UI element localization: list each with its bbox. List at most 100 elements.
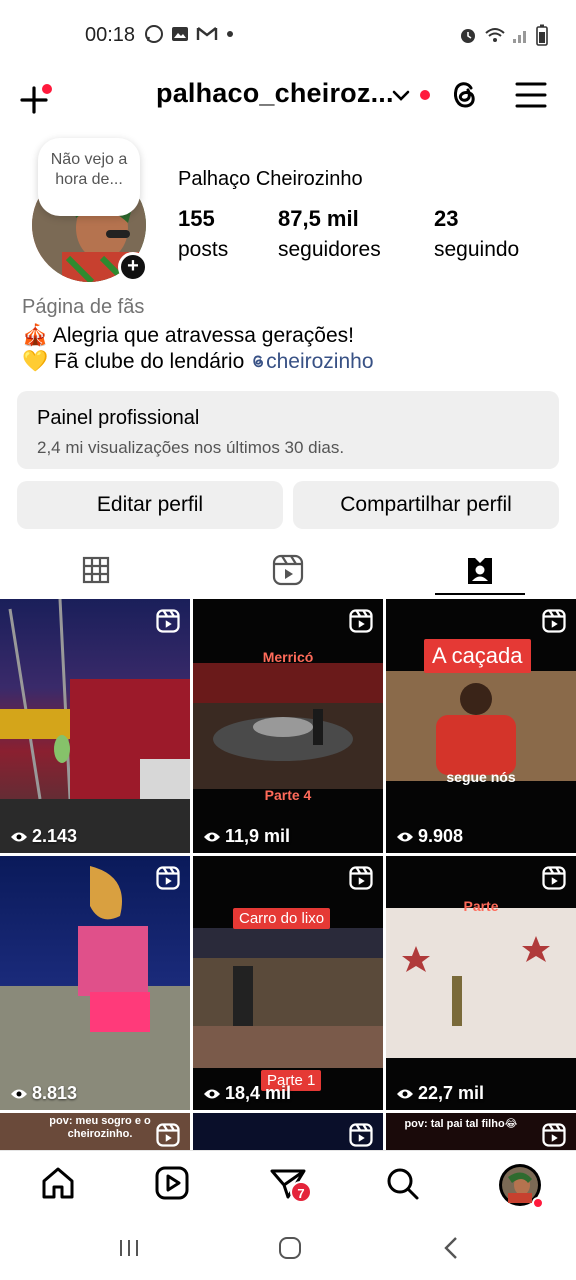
system-navigation <box>0 1218 576 1280</box>
eye-icon <box>397 1089 413 1098</box>
bio-mention-link[interactable]: cheirozinho <box>250 350 374 373</box>
post-thumbnail <box>193 663 383 789</box>
alarm-icon <box>461 29 475 43</box>
messages-badge: 7 <box>290 1181 312 1203</box>
reel-indicator-icon <box>349 866 373 890</box>
reels-icon <box>272 554 304 586</box>
profile-notification-dot <box>532 1197 544 1209</box>
account-notification-dot <box>420 90 430 100</box>
reel-indicator-icon <box>156 1123 180 1147</box>
view-count: 11,9 mil <box>203 826 290 847</box>
eye-icon <box>204 1089 220 1098</box>
gallery-icon <box>172 27 188 41</box>
tab-grid[interactable] <box>0 544 192 596</box>
stat-label: seguidores <box>278 238 381 261</box>
bio-text: 💛 Fã clube do lendário <box>22 350 251 373</box>
threads-button[interactable] <box>446 76 482 112</box>
recent-apps-icon[interactable] <box>118 1238 140 1258</box>
signal-icon <box>513 31 526 43</box>
post-caption-top: Merricó <box>262 649 314 665</box>
eye-icon <box>11 832 27 841</box>
bottom-navigation: 7 <box>0 1150 576 1218</box>
threads-icon <box>253 355 264 368</box>
post-thumbnail <box>0 599 190 853</box>
edit-profile-button[interactable]: Editar perfil <box>17 481 283 529</box>
stat-following[interactable]: 23 seguindo <box>434 206 519 262</box>
search-icon <box>387 1168 419 1200</box>
note-bubble[interactable]: Não vejo a hora de... <box>38 138 140 216</box>
profile-stats: 155 posts 87,5 mil seguidores 23 seguind… <box>178 206 519 262</box>
post-thumbnail <box>386 908 576 1058</box>
create-button[interactable] <box>18 78 54 114</box>
status-left-icons <box>144 24 236 44</box>
eye-icon <box>204 832 220 841</box>
status-bar: 00:18 <box>0 0 576 70</box>
view-count: 2.143 <box>10 826 77 847</box>
battery-icon <box>536 24 548 46</box>
view-count: 8.813 <box>10 1083 77 1104</box>
tab-tagged[interactable] <box>384 544 576 596</box>
tagged-icon <box>468 558 492 584</box>
profile-header: palhaco_cheiroz... <box>0 70 576 122</box>
nav-reels[interactable] <box>152 1163 192 1203</box>
tab-reels[interactable] <box>192 544 384 596</box>
bio-line-2: 💛 Fã clube do lendário cheirozinho <box>22 350 374 374</box>
stat-number: 23 <box>434 206 459 231</box>
wifi-icon <box>485 28 505 42</box>
post-caption-top: pov: tal pai tal filho😂 <box>404 1118 518 1130</box>
nav-home[interactable] <box>38 1163 78 1203</box>
username[interactable]: palhaco_cheiroz... <box>156 78 394 109</box>
add-story-button[interactable]: + <box>118 252 148 282</box>
eye-icon <box>397 832 413 841</box>
nav-search[interactable] <box>382 1163 422 1203</box>
home-button-icon[interactable] <box>278 1236 302 1260</box>
post-tile[interactable]: 2.143 <box>0 599 190 853</box>
back-icon[interactable] <box>442 1236 460 1260</box>
reel-indicator-icon <box>542 609 566 633</box>
post-thumbnail <box>386 671 576 781</box>
whatsapp-icon <box>145 25 163 43</box>
post-tile[interactable]: 8.813 <box>0 856 190 1110</box>
post-title-label: Carro do lixo <box>233 908 331 929</box>
stat-posts[interactable]: 155 posts <box>178 206 278 262</box>
view-count: 9.908 <box>396 826 463 847</box>
profile-tabs <box>0 544 576 596</box>
stat-label: posts <box>178 238 229 261</box>
post-tile[interactable]: Merricó Parte 4 11,9 mil <box>193 599 383 853</box>
post-tile[interactable]: Parte 22,7 mil <box>386 856 576 1110</box>
status-time: 00:18 <box>85 24 136 46</box>
menu-icon <box>515 82 547 108</box>
post-tile[interactable] <box>193 1113 383 1151</box>
professional-dashboard[interactable]: Painel profissional 2,4 mi visualizações… <box>17 391 559 469</box>
menu-button[interactable] <box>514 78 548 112</box>
chevron-down-icon[interactable] <box>390 84 412 106</box>
post-tile[interactable]: Carro do lixo Parte 1 18,4 mil <box>193 856 383 1110</box>
status-right-icons <box>458 24 548 46</box>
reels-icon <box>155 1166 189 1200</box>
stat-label: seguindo <box>434 238 520 261</box>
post-tile[interactable]: pov: meu sogro e o cheirozinho. <box>0 1113 190 1151</box>
threads-icon <box>454 82 475 108</box>
gmail-icon <box>196 27 218 40</box>
post-caption-top: Parte <box>463 898 499 914</box>
post-tile[interactable]: pov: tal pai tal filho😂 <box>386 1113 576 1151</box>
profile-category: Página de fãs <box>22 296 145 318</box>
pro-panel-title: Painel profissional <box>37 407 200 429</box>
share-profile-button[interactable]: Compartilhar perfil <box>293 481 559 529</box>
reel-indicator-icon <box>349 1123 373 1147</box>
post-tile[interactable]: A caçada segue nós 9.908 <box>386 599 576 853</box>
pro-panel-subtitle: 2,4 mi visualizações nos últimos 30 dias… <box>37 438 345 457</box>
reel-indicator-icon <box>156 609 180 633</box>
notification-dot <box>42 84 52 94</box>
dot-icon <box>227 31 233 37</box>
grid-icon <box>82 556 110 584</box>
nav-messages[interactable]: 7 <box>268 1163 312 1203</box>
stat-number: 155 <box>178 206 215 231</box>
post-thumbnail <box>0 866 190 1110</box>
eye-icon <box>11 1089 27 1098</box>
nav-profile[interactable] <box>498 1163 544 1209</box>
reel-indicator-icon <box>542 866 566 890</box>
post-caption-top: pov: meu sogro e o cheirozinho. <box>49 1115 151 1140</box>
stat-followers[interactable]: 87,5 mil seguidores <box>278 206 434 262</box>
view-count: 18,4 mil <box>203 1083 291 1104</box>
